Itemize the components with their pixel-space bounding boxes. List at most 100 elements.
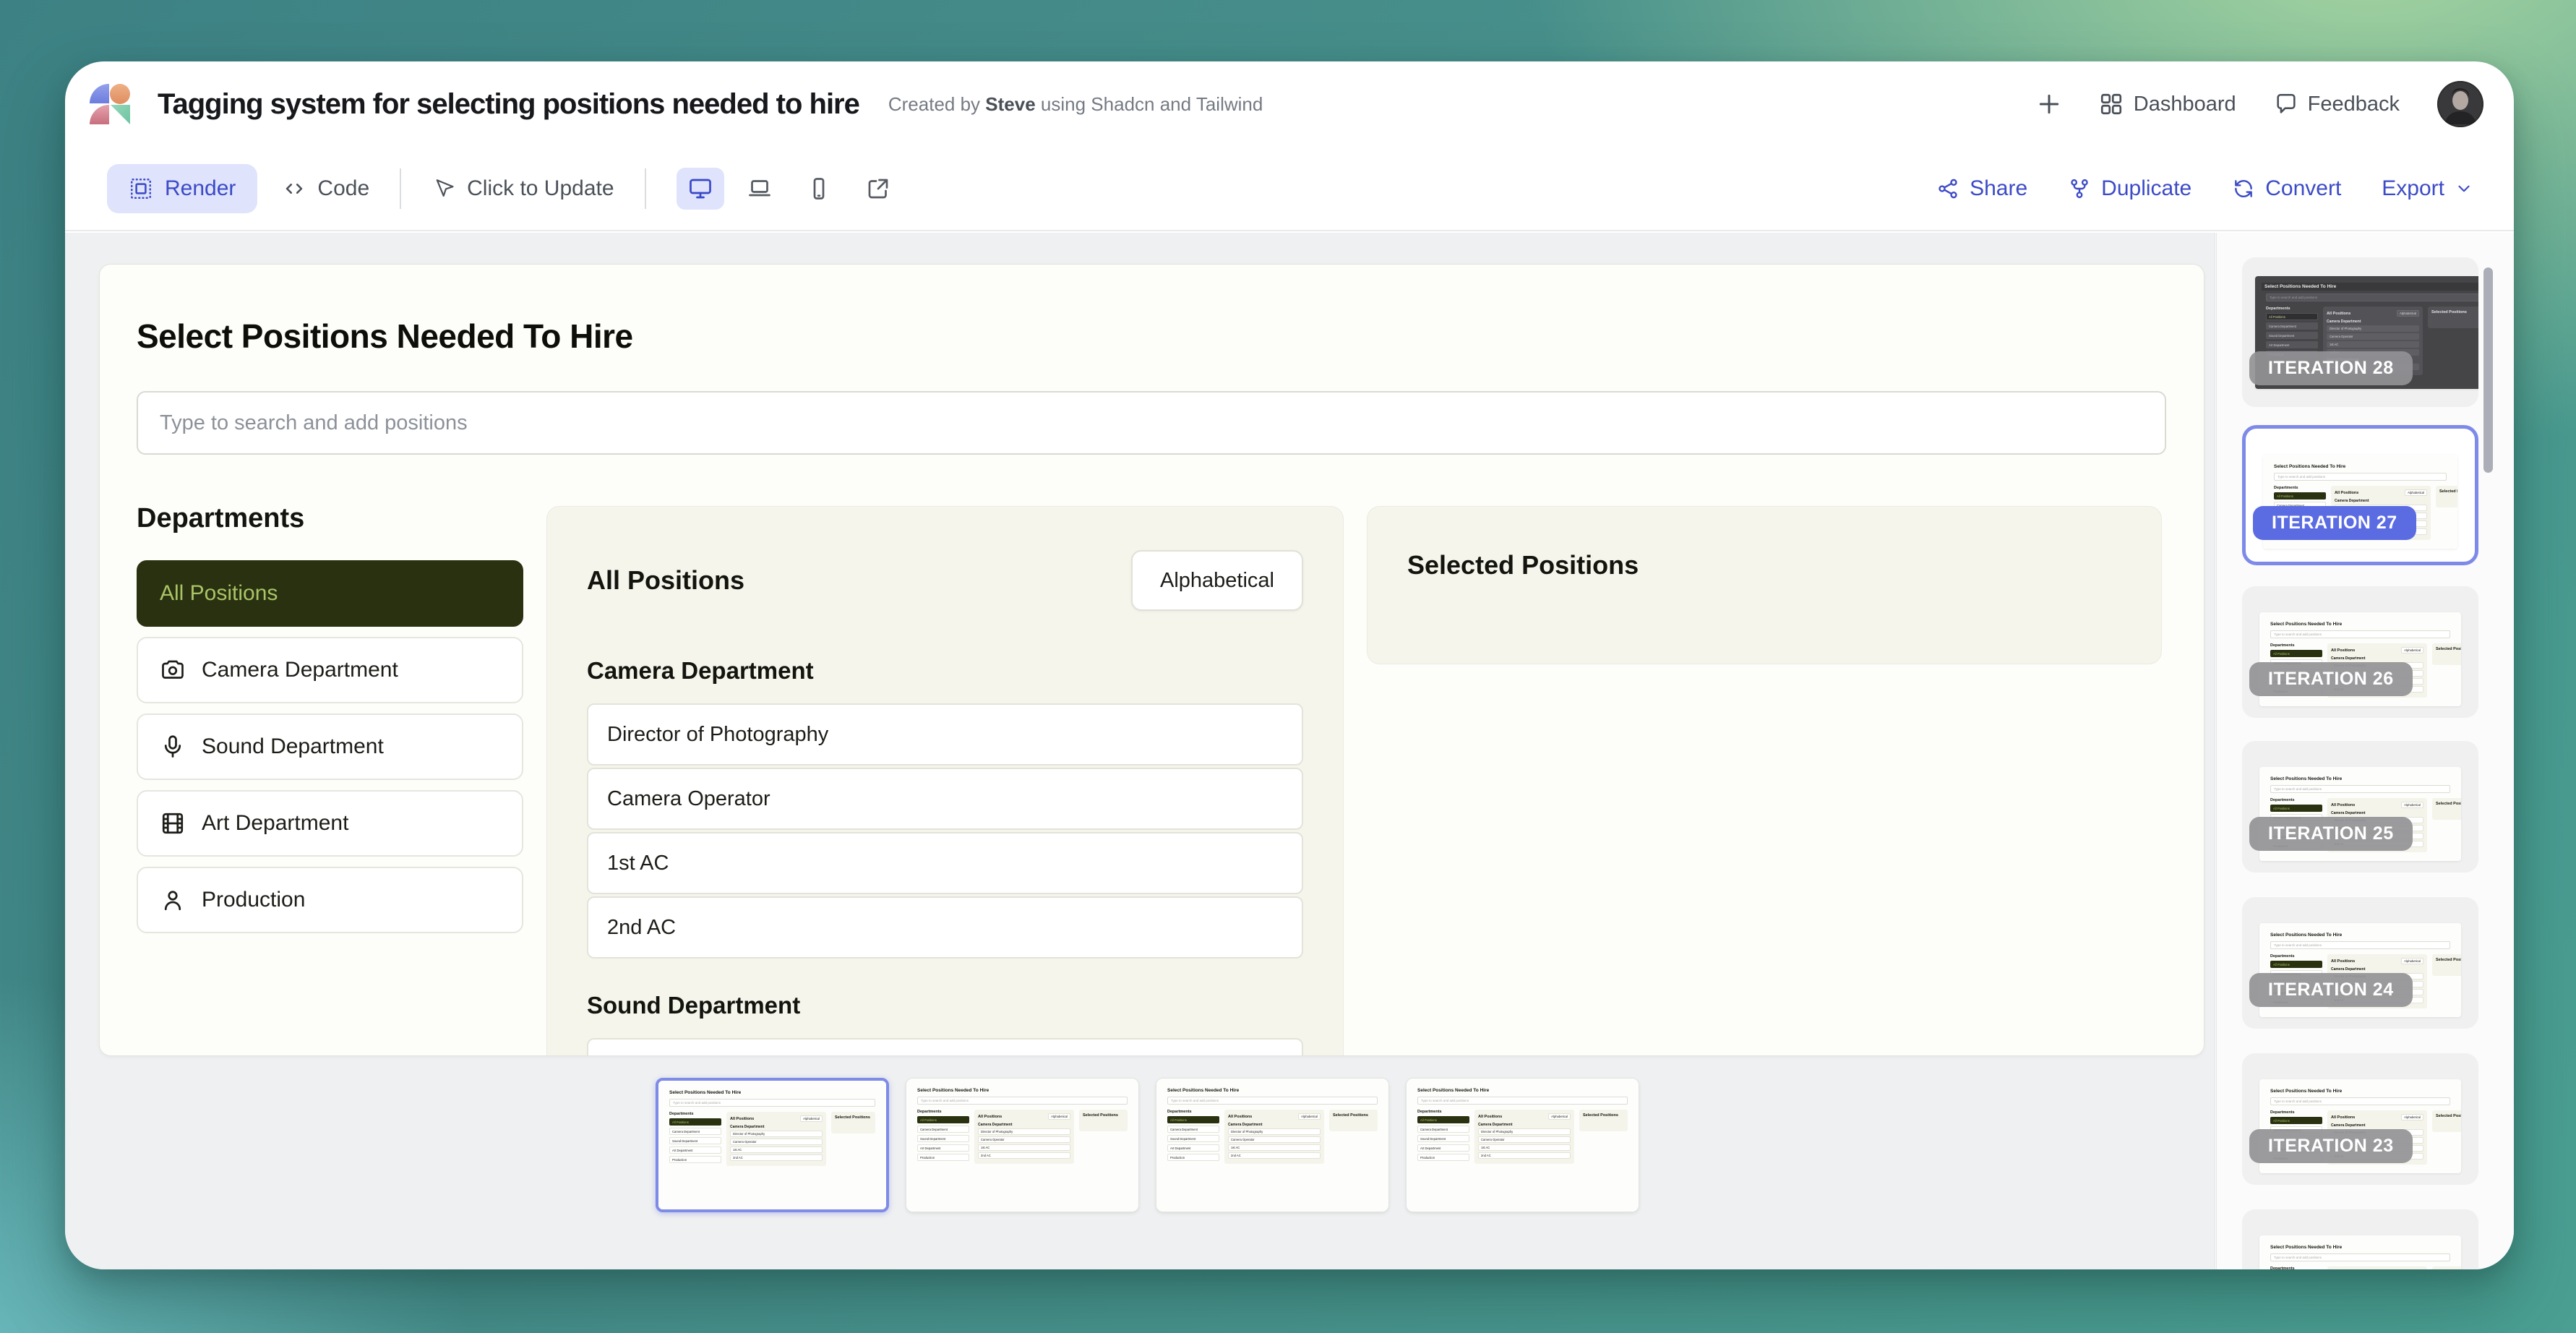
mini-all-positions: All Positions Alphabetical Camera Depart… [2327, 1266, 2427, 1269]
chevron-down-icon [2455, 179, 2473, 198]
mini-search-input: Type to search and add positions [2270, 630, 2450, 638]
window-header: Tagging system for selecting positions n… [65, 61, 2514, 147]
mini-selected-positions: Selected Positions [1329, 1110, 1378, 1131]
render-frame-icon [129, 176, 153, 201]
iteration-card-28[interactable]: Select Positions Needed To Hire Type to … [2242, 257, 2478, 407]
thumbnail-selected[interactable]: Select Positions Needed To Hire Type to … [656, 1078, 889, 1212]
thumbnail[interactable]: Select Positions Needed To Hire Type to … [1156, 1078, 1389, 1212]
created-by-line: Created by Steve using Shadcn and Tailwi… [888, 93, 1263, 116]
monitor-icon [687, 176, 713, 202]
all-positions-panel: All Positions Alphabetical Camera Depart… [546, 506, 1344, 1056]
desktop-background: Tagging system for selecting positions n… [0, 0, 2576, 1333]
mini-app-heading: Select Positions Needed To Hire [669, 1090, 875, 1095]
person-icon [160, 887, 186, 913]
user-avatar[interactable] [2437, 81, 2483, 127]
mini-app-preview: Select Positions Needed To Hire Type to … [658, 1081, 886, 1209]
group-heading-sound: Sound Department [587, 992, 1303, 1019]
dashboard-grid-icon [2098, 91, 2124, 117]
position-row[interactable]: Sound Mixer [587, 1038, 1303, 1056]
selected-positions-panel: Selected Positions [1367, 506, 2162, 664]
position-row[interactable]: Camera Operator [587, 768, 1303, 830]
mini-search-input: Type to search and add positions [1417, 1097, 1628, 1105]
tab-render[interactable]: Render [107, 164, 257, 213]
selected-positions-heading: Selected Positions [1407, 550, 2121, 580]
iteration-card-23[interactable]: Select Positions Needed To Hire Type to … [2242, 1053, 2478, 1185]
dashboard-link[interactable]: Dashboard [2098, 91, 2236, 117]
thumbnail-strip: Select Positions Needed To Hire Type to … [656, 1078, 1639, 1212]
departments-heading: Departments [137, 503, 523, 534]
click-to-update-button[interactable]: Click to Update [432, 176, 614, 201]
iterations-scrollbar[interactable] [2483, 267, 2493, 473]
mini-selected-positions: Selected Positions [1079, 1110, 1128, 1131]
share-icon [1936, 177, 1959, 200]
thumbnail[interactable]: Select Positions Needed To Hire Type to … [906, 1078, 1139, 1212]
position-row[interactable]: 2nd AC [587, 896, 1303, 959]
mini-search-input: Type to search and add positions [1167, 1097, 1378, 1105]
all-positions-heading: All Positions [587, 565, 744, 596]
export-button[interactable]: Export [2382, 176, 2473, 201]
iteration-badge: ITERATION 25 [2249, 817, 2413, 851]
position-row[interactable]: Director of Photography [587, 703, 1303, 766]
department-all-positions-button[interactable]: All Positions [137, 560, 523, 627]
mini-all-positions: All Positions Alphabetical Camera Depart… [1474, 1110, 1574, 1164]
mini-search-input: Type to search and add positions [2270, 1253, 2450, 1261]
mini-departments: Departments All Positions Camera Departm… [917, 1110, 969, 1161]
phone-icon [806, 176, 832, 202]
department-art-button[interactable]: Art Department [137, 790, 523, 857]
mini-app-heading: Select Positions Needed To Hire [2270, 933, 2450, 938]
device-laptop-button[interactable] [736, 168, 783, 210]
iteration-card-27[interactable]: Select Positions Needed To Hire Type to … [2242, 425, 2478, 565]
open-preview-button[interactable] [854, 168, 902, 210]
app-heading: Select Positions Needed To Hire [137, 317, 633, 356]
mini-search-input: Type to search and add positions [2270, 785, 2450, 793]
mini-app-heading: Select Positions Needed To Hire [1167, 1088, 1378, 1093]
mini-app-heading: Select Positions Needed To Hire [917, 1088, 1128, 1093]
iteration-card-partial[interactable]: Select Positions Needed To Hire Type to … [2242, 1209, 2478, 1269]
department-production-button[interactable]: Production [137, 867, 523, 933]
dashboard-label: Dashboard [2134, 93, 2236, 116]
plus-icon [2035, 90, 2064, 119]
new-project-button[interactable] [2035, 90, 2064, 119]
device-phone-button[interactable] [795, 168, 843, 210]
fork-icon [2068, 177, 2091, 200]
laptop-icon [747, 176, 773, 202]
mini-app-heading: Select Positions Needed To Hire [1417, 1088, 1628, 1093]
tab-code[interactable]: Code [282, 176, 369, 201]
mini-search-input: Type to search and add positions [2270, 1097, 2450, 1105]
iteration-badge: ITERATION 24 [2249, 973, 2413, 1007]
duplicate-button[interactable]: Duplicate [2068, 176, 2191, 201]
department-sound-button[interactable]: Sound Department [137, 713, 523, 780]
mini-selected-positions: Selected Positions [2432, 1110, 2461, 1132]
share-button[interactable]: Share [1936, 176, 2027, 201]
iteration-badge: ITERATION 28 [2249, 351, 2413, 385]
iterations-panel: Select Positions Needed To Hire Type to … [2216, 233, 2514, 1269]
toolbar-divider [645, 168, 646, 209]
preview-canvas: Select Positions Needed To Hire Departme… [65, 233, 2215, 1269]
microphone-icon [160, 734, 186, 760]
iteration-card-26[interactable]: Select Positions Needed To Hire Type to … [2242, 586, 2478, 718]
mini-all-positions: All Positions Alphabetical Camera Depart… [974, 1110, 1074, 1164]
thumbnail[interactable]: Select Positions Needed To Hire Type to … [1406, 1078, 1639, 1212]
iteration-card-25[interactable]: Select Positions Needed To Hire Type to … [2242, 741, 2478, 873]
position-row[interactable]: 1st AC [587, 832, 1303, 894]
author-name: Steve [985, 93, 1035, 115]
iteration-badge: ITERATION 23 [2249, 1129, 2413, 1163]
departments-column: Departments All Positions Camera Departm… [137, 503, 523, 943]
department-camera-button[interactable]: Camera Department [137, 637, 523, 703]
mini-app-heading: Select Positions Needed To Hire [2274, 464, 2447, 469]
app-logo-icon [90, 84, 130, 124]
convert-button[interactable]: Convert [2232, 176, 2341, 201]
camera-icon [160, 657, 186, 683]
iteration-card-24[interactable]: Select Positions Needed To Hire Type to … [2242, 897, 2478, 1029]
app-builder-window: Tagging system for selecting positions n… [65, 61, 2514, 1269]
mini-selected-positions: Selected Positions [2432, 954, 2461, 976]
mini-all-positions: All Positions Alphabetical Camera Depart… [1224, 1110, 1324, 1164]
mini-selected-positions: Selected Positions [2436, 486, 2457, 507]
open-in-new-icon [865, 176, 891, 202]
feedback-link[interactable]: Feedback [2274, 92, 2400, 116]
alphabetical-sort-button[interactable]: Alphabetical [1131, 550, 1303, 611]
iteration-badge-selected: ITERATION 27 [2253, 506, 2416, 540]
mini-all-positions: All Positions Alphabetical Camera Depart… [726, 1112, 826, 1166]
position-search-input[interactable] [137, 391, 2166, 455]
device-desktop-button[interactable] [677, 168, 724, 210]
